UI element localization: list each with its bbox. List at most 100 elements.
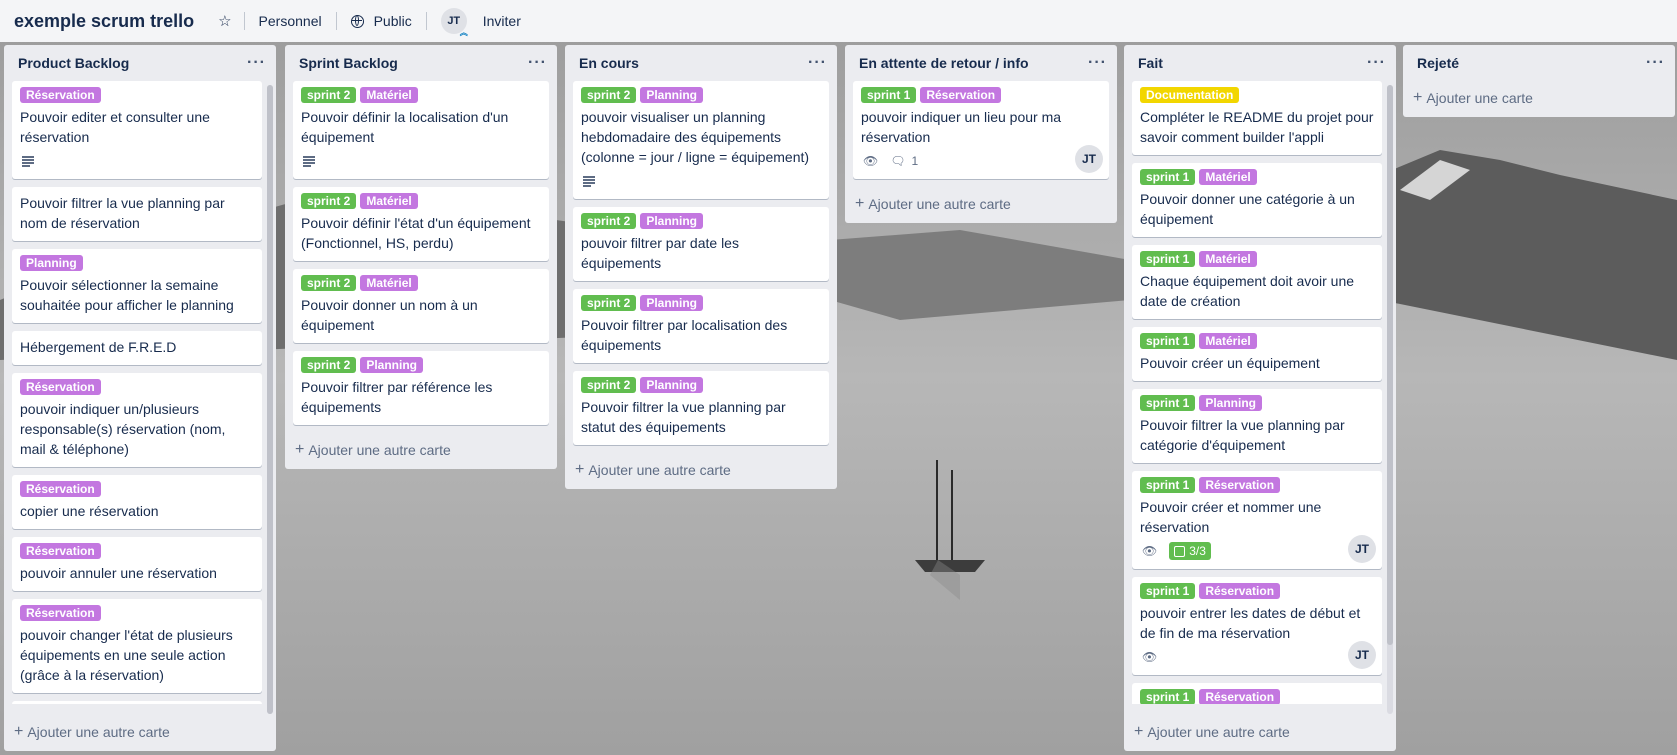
card-label[interactable]: sprint 1 xyxy=(1140,333,1196,349)
card[interactable]: Réservation xyxy=(12,701,262,704)
list-title[interactable]: En attente de retour / info xyxy=(859,55,1029,71)
list-title[interactable]: Rejeté xyxy=(1417,55,1459,71)
card-label[interactable]: sprint 1 xyxy=(1140,169,1196,185)
add-card-button[interactable]: + Ajouter une autre carte xyxy=(1124,715,1304,751)
card[interactable]: sprint 2 Matériel Pouvoir donner un nom à … xyxy=(293,269,549,343)
card[interactable]: sprint 2 Planning pouvoir visualiser un pl… xyxy=(573,81,829,199)
list-scrollbar[interactable] xyxy=(267,85,273,714)
member-avatar[interactable]: JT ︽ xyxy=(440,8,468,37)
card[interactable]: Documentation Compléter le README du proj… xyxy=(1132,81,1382,155)
card[interactable]: Planning Pouvoir sélectionner la semaine … xyxy=(12,249,262,323)
list-header: En cours ··· xyxy=(565,45,837,81)
add-card-button[interactable]: + Ajouter une autre carte xyxy=(565,453,837,489)
card-label[interactable]: Matériel xyxy=(1199,251,1257,267)
card-label[interactable]: sprint 2 xyxy=(581,87,637,103)
card-label[interactable]: Réservation xyxy=(1199,583,1281,599)
card-label[interactable]: sprint 1 xyxy=(1140,477,1196,493)
card-label[interactable]: sprint 1 xyxy=(861,87,917,103)
card[interactable]: sprint 1 Réservation pouvoir indiquer un l… xyxy=(853,81,1109,179)
card-label[interactable]: sprint 2 xyxy=(301,357,357,373)
board-title[interactable]: exemple scrum trello xyxy=(14,11,194,32)
card-label[interactable]: Réservation xyxy=(20,481,101,497)
add-card-button[interactable]: + Ajouter une autre carte xyxy=(4,715,184,751)
card[interactable]: sprint 2 Planning Pouvoir filtrer par réfé… xyxy=(293,351,549,425)
card[interactable]: Réservation pouvoir changer l'état de plu… xyxy=(12,599,262,693)
card-label[interactable]: Réservation xyxy=(20,543,101,559)
card-label[interactable]: sprint 1 xyxy=(1140,583,1196,599)
card-label[interactable]: Planning xyxy=(360,357,424,373)
card[interactable]: Réservation copier une réservation xyxy=(12,475,262,529)
card[interactable]: sprint 1 Planning Pouvoir filtrer la vue p… xyxy=(1132,389,1382,463)
list-menu-icon[interactable]: ··· xyxy=(1088,55,1107,71)
card[interactable]: sprint 2 Planning Pouvoir filtrer la vue p… xyxy=(573,371,829,445)
card-member-avatar[interactable]: JT xyxy=(1348,641,1376,669)
invite-button[interactable]: Inviter xyxy=(483,9,535,33)
card-member-avatar[interactable]: JT xyxy=(1348,535,1376,563)
card[interactable]: sprint 2 Planning Pouvoir filtrer par loca… xyxy=(573,289,829,363)
star-icon[interactable]: ☆ xyxy=(214,9,243,33)
card[interactable]: sprint 1 Réservation pouvoir entrer les da… xyxy=(1132,577,1382,675)
card-label[interactable]: Matériel xyxy=(360,275,418,291)
card-labels: sprint 1 Matériel xyxy=(1140,333,1374,349)
card-label[interactable]: sprint 1 xyxy=(1140,251,1196,267)
card-label[interactable]: Matériel xyxy=(1199,169,1257,185)
card-label[interactable]: Réservation xyxy=(920,87,1002,103)
visibility-button[interactable]: Public xyxy=(337,9,426,33)
card[interactable]: sprint 2 Matériel Pouvoir définir l'état d… xyxy=(293,187,549,261)
list-menu-icon[interactable]: ··· xyxy=(808,55,827,71)
card[interactable]: Hébergement de F.R.E.D xyxy=(12,331,262,365)
team-button[interactable]: Personnel xyxy=(245,9,336,33)
add-card-button[interactable]: + Ajouter une carte xyxy=(1403,81,1675,117)
card[interactable]: sprint 1 Matériel Chaque équipement doit a… xyxy=(1132,245,1382,319)
scrollbar-thumb[interactable] xyxy=(1387,85,1393,645)
card-label[interactable]: Planning xyxy=(640,377,704,393)
card-label[interactable]: Réservation xyxy=(20,87,101,103)
card-label[interactable]: Planning xyxy=(640,213,704,229)
card[interactable]: sprint 1 Réservation Pouvoir créer et nomm… xyxy=(1132,471,1382,569)
add-card-button[interactable]: + Ajouter une autre carte xyxy=(285,433,557,469)
list-menu-icon[interactable]: ··· xyxy=(528,55,547,71)
card-label[interactable]: sprint 2 xyxy=(581,213,637,229)
card-label[interactable]: Planning xyxy=(20,255,83,271)
card-label[interactable]: sprint 2 xyxy=(301,87,357,103)
card[interactable]: sprint 2 Planning pouvoir filtrer par date… xyxy=(573,207,829,281)
card-label[interactable]: Matériel xyxy=(1199,333,1257,349)
add-card-label: Ajouter une autre carte xyxy=(588,462,731,478)
card-label[interactable]: sprint 2 xyxy=(581,295,637,311)
add-card-button[interactable]: + Ajouter une autre carte xyxy=(845,187,1117,223)
card[interactable]: sprint 1 Matériel Pouvoir donner une catég… xyxy=(1132,163,1382,237)
list-title[interactable]: Sprint Backlog xyxy=(299,55,398,71)
card-label[interactable]: Réservation xyxy=(20,605,101,621)
card-label[interactable]: sprint 2 xyxy=(581,377,637,393)
card[interactable]: Pouvoir filtrer la vue planning par nom … xyxy=(12,187,262,241)
list-menu-icon[interactable]: ··· xyxy=(247,55,266,71)
card-label[interactable]: sprint 1 xyxy=(1140,689,1196,704)
card-label[interactable]: sprint 1 xyxy=(1140,395,1196,411)
card-label[interactable]: Planning xyxy=(1199,395,1263,411)
list-title[interactable]: Fait xyxy=(1138,55,1163,71)
card[interactable]: Réservation pouvoir annuler une réservati… xyxy=(12,537,262,591)
card-label[interactable]: Réservation xyxy=(1199,689,1281,704)
list-menu-icon[interactable]: ··· xyxy=(1646,55,1665,71)
list-scrollbar[interactable] xyxy=(1387,85,1393,714)
card-label[interactable]: Documentation xyxy=(1140,87,1240,103)
list-title[interactable]: Product Backlog xyxy=(18,55,129,71)
card-label[interactable]: Matériel xyxy=(360,193,418,209)
scrollbar-thumb[interactable] xyxy=(267,85,273,714)
card-label[interactable]: Matériel xyxy=(360,87,418,103)
card[interactable]: sprint 1 Réservation xyxy=(1132,683,1382,704)
card-label[interactable]: Planning xyxy=(640,87,704,103)
card[interactable]: sprint 1 Matériel Pouvoir créer un équipem… xyxy=(1132,327,1382,381)
card-label[interactable]: Réservation xyxy=(1199,477,1281,493)
card-title: Pouvoir filtrer la vue planning par nom … xyxy=(20,195,225,231)
list-menu-icon[interactable]: ··· xyxy=(1367,55,1386,71)
card-label[interactable]: sprint 2 xyxy=(301,275,357,291)
card[interactable]: Réservation Pouvoir editer et consulter u… xyxy=(12,81,262,179)
list-title[interactable]: En cours xyxy=(579,55,639,71)
card-label[interactable]: Réservation xyxy=(20,379,101,395)
card[interactable]: Réservation pouvoir indiquer un/plusieurs… xyxy=(12,373,262,467)
card-label[interactable]: Planning xyxy=(640,295,704,311)
card-member-avatar[interactable]: JT xyxy=(1075,145,1103,173)
card[interactable]: sprint 2 Matériel Pouvoir définir la local… xyxy=(293,81,549,179)
card-label[interactable]: sprint 2 xyxy=(301,193,357,209)
